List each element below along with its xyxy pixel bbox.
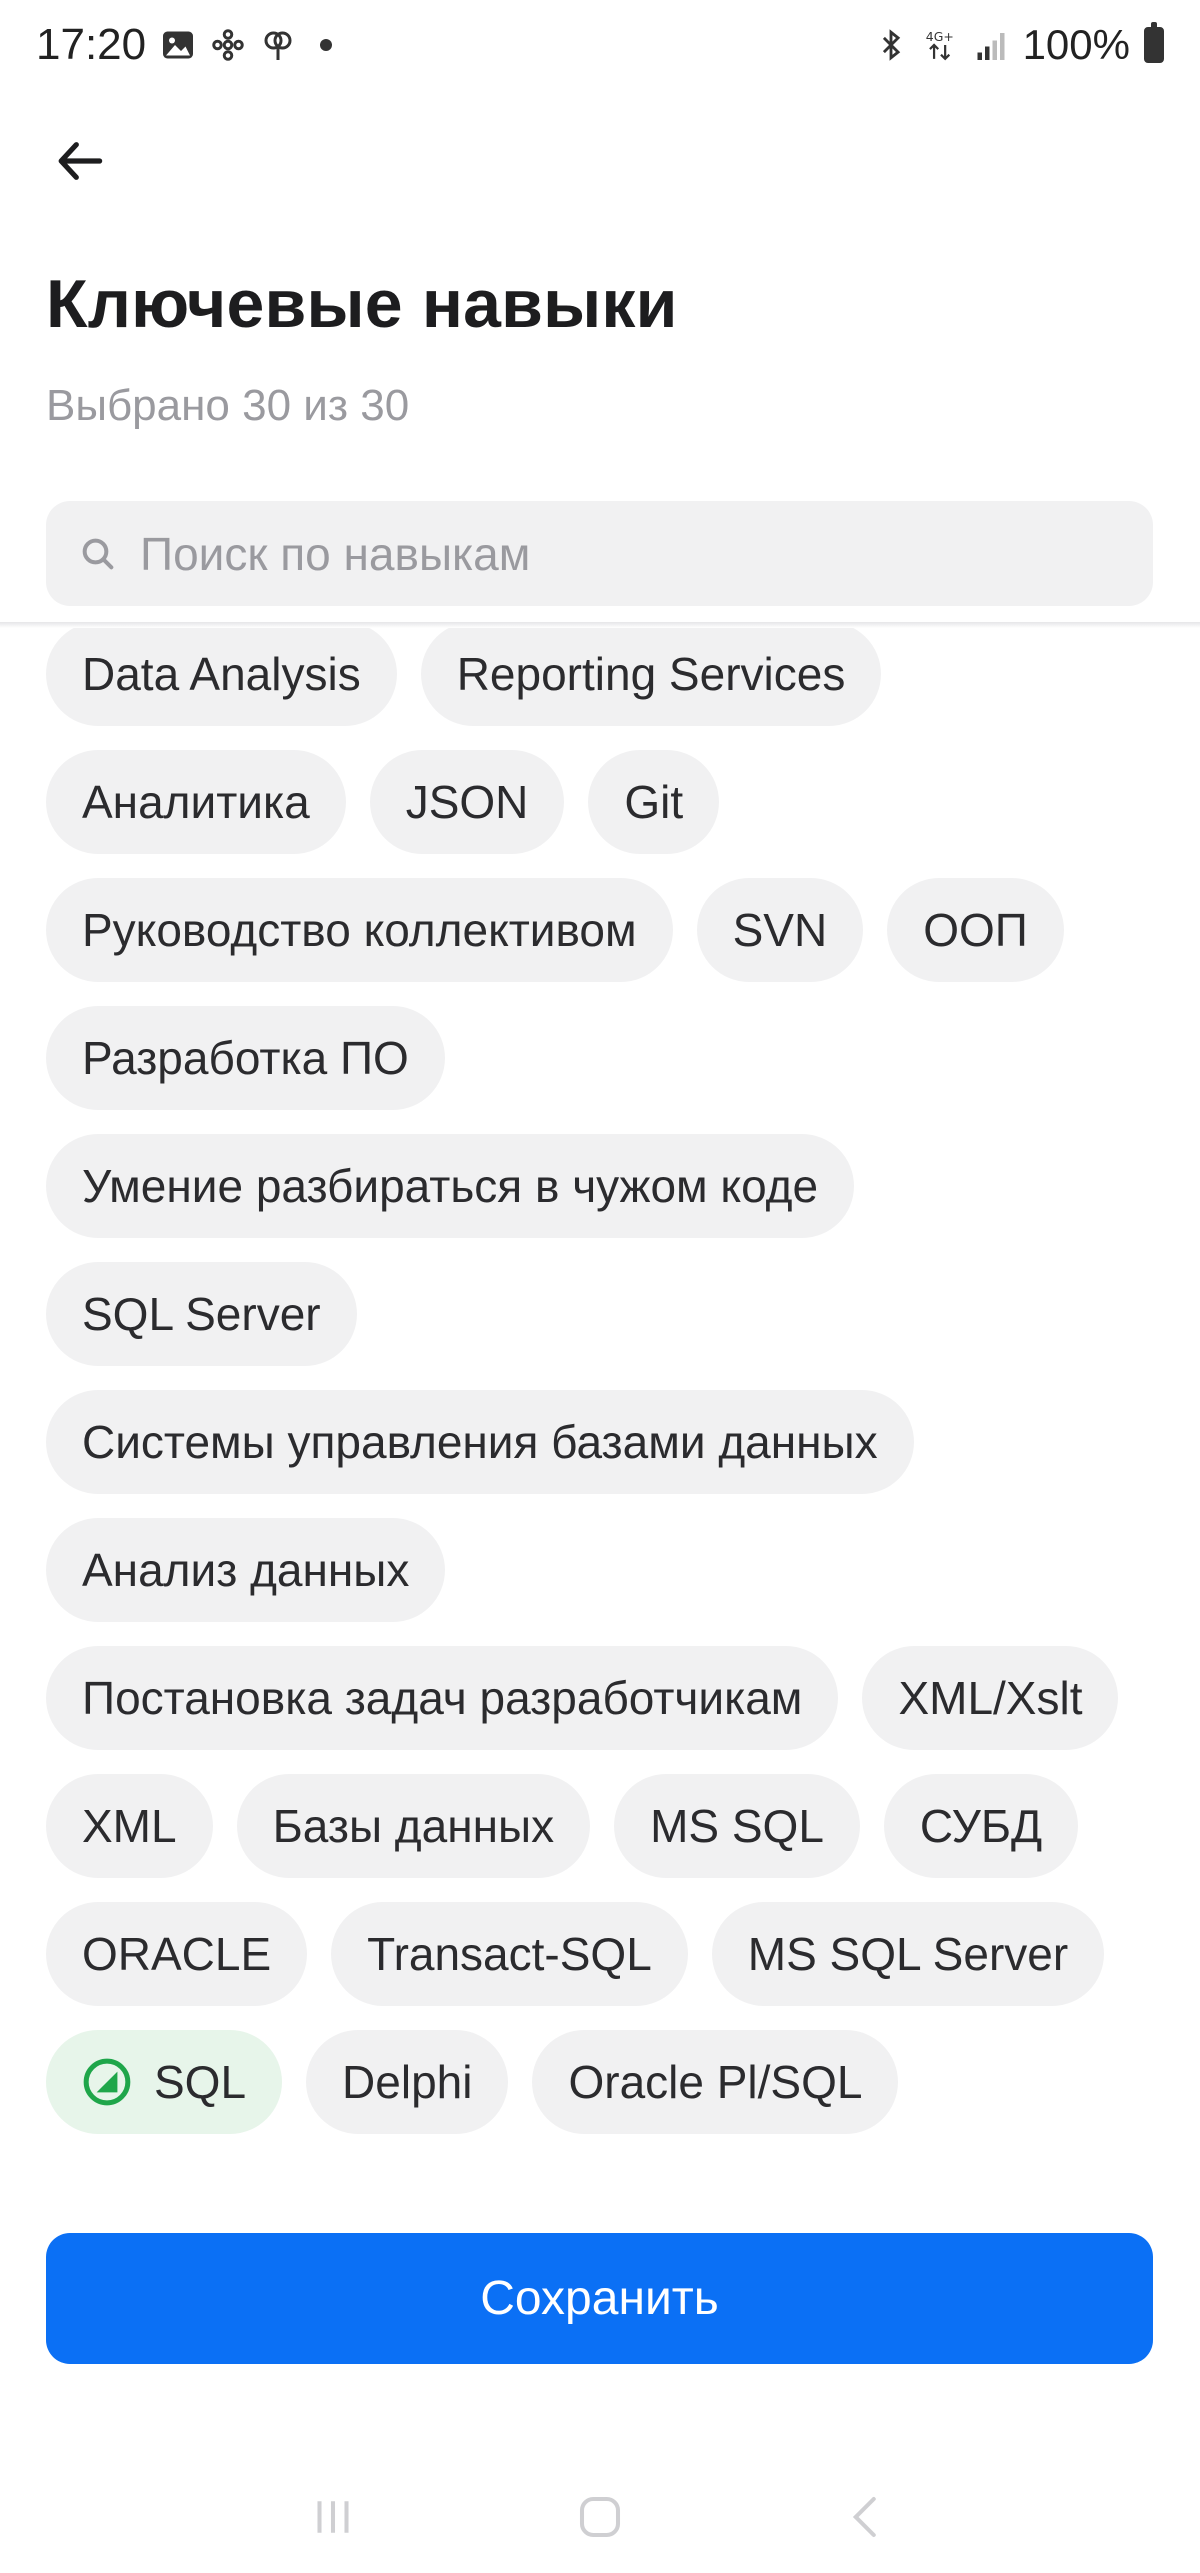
skill-chip-label: ORACLE [82,1928,272,1980]
skill-chip[interactable]: Transact-SQL [331,1902,688,2006]
recent-apps-button[interactable] [298,2482,368,2552]
skill-chip-label: СУБД [919,1800,1043,1852]
skill-chip-label: Delphi [342,2056,473,2108]
search-bar[interactable] [46,501,1153,606]
bluetooth-icon [873,27,909,63]
skill-chip-label: Анализ данных [82,1544,410,1596]
skill-chip[interactable]: SQL Server [46,1262,357,1366]
skill-chip[interactable]: Аналитика [46,750,346,854]
skills-list[interactable]: Data Analysis Reporting Services Аналитика… [0,628,1200,2236]
skill-chip-label: JSON [405,776,529,828]
home-button[interactable] [565,2482,635,2552]
battery-percent: 100% [1022,21,1130,68]
skill-chip[interactable]: СУБД [883,1774,1079,1878]
skill-chip[interactable]: Разработка ПО [46,1006,445,1110]
skill-chip[interactable]: Базы данных [236,1774,591,1878]
skill-chip[interactable]: JSON [369,750,565,854]
signal-icon [973,27,1009,63]
status-left: 17:20 [36,20,333,70]
status-time: 17:20 [36,20,147,69]
chevron-left-icon [852,2496,876,2537]
skill-chip-label: Reporting Services [456,648,846,700]
selection-count: Выбрано 30 из 30 [46,381,410,430]
image-icon [160,27,196,63]
skill-chip[interactable]: MS SQL Server [711,1902,1105,2006]
skill-chip[interactable]: Oracle Pl/SQL [532,2030,899,2134]
skill-chip[interactable]: ООП [887,878,1064,982]
skill-chip-label: Системы управления базами данных [82,1416,878,1468]
status-right: 4G+ 100% [873,21,1164,69]
skill-chip-label: Git [624,776,684,828]
skill-chip-label: Аналитика [82,776,310,828]
skill-chip[interactable]: Руководство коллективом [46,878,673,982]
back-nav-button[interactable] [832,2482,902,2552]
skill-chip[interactable]: Умение разбираться в чужом коде [46,1134,855,1238]
skill-chip[interactable]: SQL [46,2030,283,2134]
skill-chip-label: SQL [154,2056,247,2108]
skill-chip-label: ООП [923,904,1028,956]
arrow-left-icon [58,142,103,180]
skill-chip-label: XML [82,1800,177,1852]
skill-chip[interactable]: Reporting Services [420,628,882,726]
back-button[interactable] [46,126,116,196]
page-title: Ключевые навыки [46,266,678,342]
svg-text:4G+: 4G+ [925,29,953,44]
skill-chip-label: SVN [732,904,828,956]
skill-chip-label: Постановка задач разработчикам [82,1672,803,1724]
skill-chip-label: Разработка ПО [82,1032,409,1084]
status-bar: 17:20 4G+ 100% [0,0,1200,90]
skill-chip[interactable]: Анализ данных [46,1518,446,1622]
check-circle-icon [83,2058,131,2106]
skill-chip-label: XML/Xslt [898,1672,1083,1724]
skill-chip-label: Руководство коллективом [82,904,637,956]
skill-chips: Data Analysis Reporting Services Аналитика… [46,628,1166,2134]
skill-chip-label: Базы данных [272,1800,555,1852]
notification-dot-icon [320,39,333,51]
skill-chip[interactable]: MS SQL [614,1774,860,1878]
skill-chip-label: Data Analysis [82,648,361,700]
battery-icon [1144,22,1164,63]
skill-chip[interactable]: Постановка задач разработчикам [46,1646,839,1750]
skill-chip[interactable]: SVN [696,878,864,982]
search-input[interactable] [140,526,1120,581]
home-icon [579,2496,621,2537]
search-icon [76,532,120,576]
skill-chip[interactable]: Delphi [306,2030,509,2134]
skill-chip[interactable]: XML [46,1774,213,1878]
skill-chip-label: MS SQL [650,1800,824,1852]
skill-chip[interactable]: Системы управления базами данных [46,1390,914,1494]
skill-chip-label: SQL Server [82,1288,321,1340]
skill-chip[interactable]: XML/Xslt [862,1646,1119,1750]
skill-chip[interactable]: ORACLE [46,1902,308,2006]
tree-icon [260,27,296,63]
skill-chip-label: Transact-SQL [367,1928,652,1980]
recent-apps-icon [317,2500,349,2533]
system-navigation-bar [0,2460,1200,2573]
network-4g-icon: 4G+ [923,27,959,63]
save-button[interactable]: Сохранить [46,2233,1153,2364]
skill-chip-label: Oracle Pl/SQL [568,2056,863,2108]
skill-chip[interactable]: Data Analysis [46,628,397,726]
skill-chip-label: MS SQL Server [747,1928,1069,1980]
skill-chip-label: Умение разбираться в чужом коде [82,1160,819,1212]
skill-chip[interactable]: Git [588,750,720,854]
flower-icon [210,27,246,63]
